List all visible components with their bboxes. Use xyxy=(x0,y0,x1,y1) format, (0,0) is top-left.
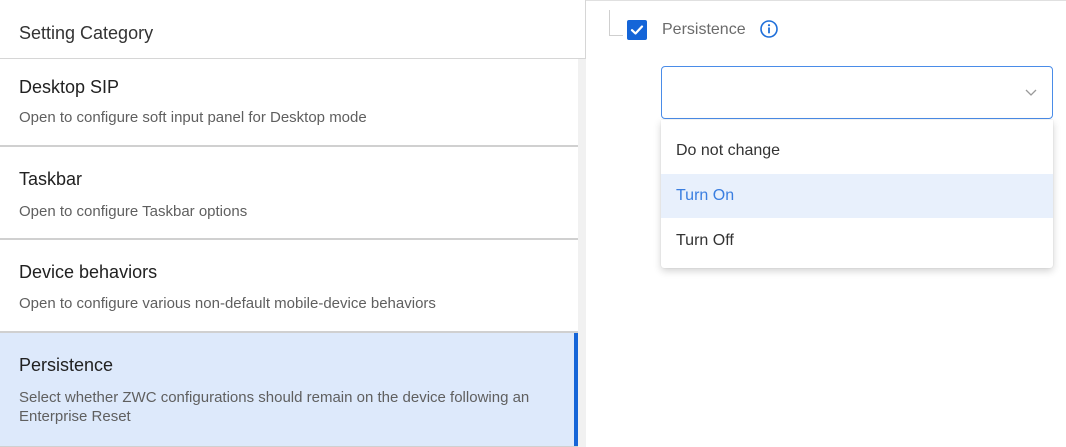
select-dropdown-menu: Do not change Turn On Turn Off xyxy=(661,120,1053,268)
setting-label: Persistence xyxy=(662,21,746,38)
category-header: Setting Category xyxy=(0,2,586,59)
category-header-title: Setting Category xyxy=(19,23,154,43)
scrollbar-track[interactable] xyxy=(578,59,586,447)
category-item-title: Desktop SIP xyxy=(19,77,120,97)
category-item-title: Persistence xyxy=(19,355,114,375)
category-item-title: Device behaviors xyxy=(19,262,158,282)
category-item-description: Select whether ZWC configurations should… xyxy=(19,389,530,425)
option-turn-on[interactable]: Turn On xyxy=(661,174,1053,218)
tree-connector xyxy=(609,35,623,36)
category-list[interactable]: Desktop SIP Open to configure soft input… xyxy=(0,59,586,447)
category-item-taskbar[interactable]: Taskbar Open to configure Taskbar option… xyxy=(0,147,578,240)
category-item-description: Open to configure soft input panel for D… xyxy=(19,109,367,126)
setting-category-panel: Setting Category Desktop SIP Open to con… xyxy=(0,0,586,447)
category-item-device-behaviors[interactable]: Device behaviors Open to configure vario… xyxy=(0,240,578,333)
persistence-checkbox[interactable] xyxy=(627,20,647,40)
category-item-persistence[interactable]: Persistence Select whether ZWC configura… xyxy=(0,333,578,447)
category-item-description: Open to configure various non-default mo… xyxy=(19,295,436,312)
category-item-title: Taskbar xyxy=(19,169,83,189)
category-item-desktop-sip[interactable]: Desktop SIP Open to configure soft input… xyxy=(0,59,578,147)
persistence-select[interactable] xyxy=(661,66,1053,119)
info-icon[interactable] xyxy=(759,19,779,39)
option-do-not-change[interactable]: Do not change xyxy=(661,129,1053,173)
category-item-description: Open to configure Taskbar options xyxy=(19,203,248,220)
checkmark-icon xyxy=(630,25,644,35)
option-turn-off[interactable]: Turn Off xyxy=(661,219,1053,263)
tree-connector xyxy=(609,10,610,35)
chevron-down-icon xyxy=(1025,89,1037,96)
